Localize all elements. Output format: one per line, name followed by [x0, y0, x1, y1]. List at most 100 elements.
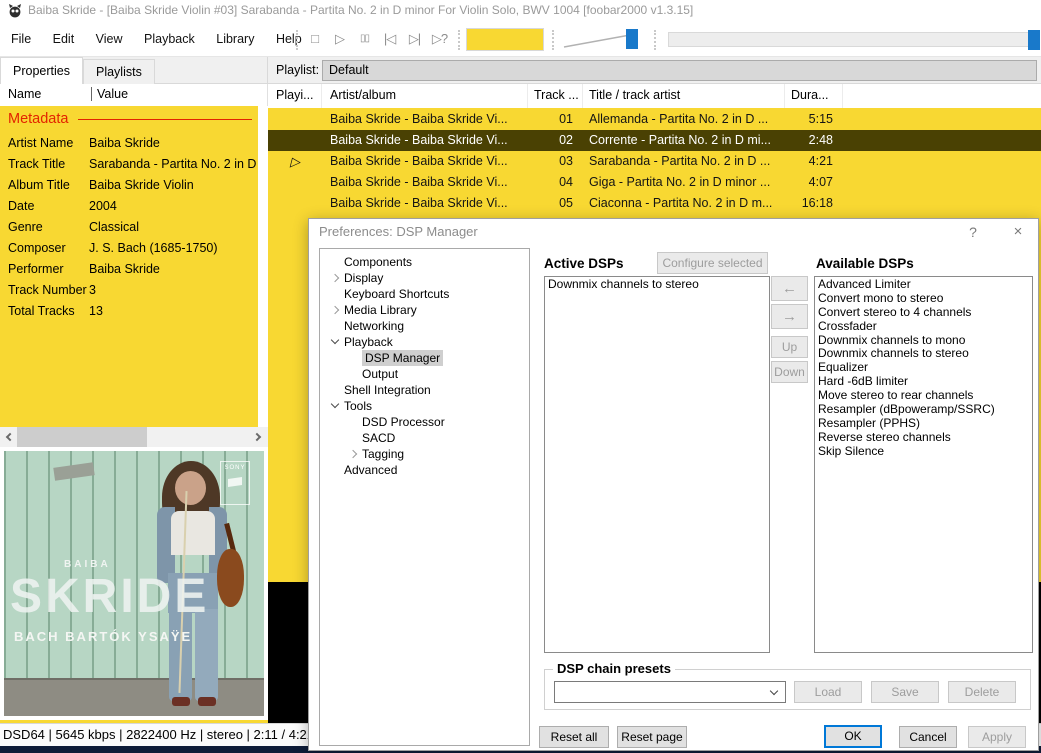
available-dsp-item[interactable]: Resampler (PPHS): [818, 417, 1032, 431]
tree-item[interactable]: Output: [320, 366, 529, 382]
available-dsp-item[interactable]: Equalizer: [818, 361, 1032, 375]
tree-expand-icon[interactable]: [330, 401, 344, 411]
playlist-selector-combo[interactable]: Default: [322, 60, 1037, 81]
move-left-button[interactable]: ←: [771, 276, 808, 301]
playlist-row[interactable]: ▷ Baiba Skride - Baiba Skride Vi... 02 C…: [268, 130, 1041, 151]
stop-button[interactable]: □: [303, 28, 326, 50]
move-down-button[interactable]: Down: [771, 361, 808, 383]
delete-button[interactable]: Delete: [948, 681, 1016, 703]
tab-properties[interactable]: Properties: [0, 57, 83, 85]
load-button[interactable]: Load: [794, 681, 862, 703]
menu-file[interactable]: File: [2, 22, 40, 56]
column-track[interactable]: Track ...: [528, 84, 583, 108]
property-row[interactable]: Album Title Baiba Skride Violin: [0, 174, 258, 195]
tree-expand-icon[interactable]: [330, 305, 344, 315]
tree-expand-icon[interactable]: [330, 465, 344, 475]
playlist-row[interactable]: ▷ Baiba Skride - Baiba Skride Vi... 05 C…: [268, 193, 1041, 214]
property-row[interactable]: Genre Classical: [0, 216, 258, 237]
property-row[interactable]: Artist Name Baiba Skride: [0, 132, 258, 153]
scroll-right-icon[interactable]: [251, 427, 268, 447]
tree-expand-icon[interactable]: [330, 257, 344, 267]
playlist-row[interactable]: ▷ Baiba Skride - Baiba Skride Vi... 01 A…: [268, 109, 1041, 130]
previous-button[interactable]: |◁: [378, 28, 401, 50]
tree-item[interactable]: Advanced: [320, 462, 529, 478]
tree-item[interactable]: DSP Manager: [320, 350, 529, 366]
move-right-button[interactable]: →: [771, 304, 808, 329]
toolbar-grip[interactable]: [296, 30, 300, 50]
reset-all-button[interactable]: Reset all: [539, 726, 609, 748]
apply-button[interactable]: Apply: [968, 726, 1026, 748]
available-dsp-item[interactable]: Convert stereo to 4 channels: [818, 306, 1032, 320]
menu-edit[interactable]: Edit: [44, 22, 84, 56]
save-button[interactable]: Save: [871, 681, 939, 703]
reset-page-button[interactable]: Reset page: [617, 726, 687, 748]
tree-item[interactable]: Networking: [320, 318, 529, 334]
column-artist-album[interactable]: Artist/album: [322, 84, 528, 108]
next-button[interactable]: ▷|: [403, 28, 426, 50]
tree-expand-icon[interactable]: [330, 289, 344, 299]
tab-playlists[interactable]: Playlists: [83, 59, 155, 86]
scroll-left-icon[interactable]: [0, 427, 17, 447]
available-dsp-item[interactable]: Downmix channels to mono: [818, 334, 1032, 348]
menu-library[interactable]: Library: [207, 22, 263, 56]
tree-expand-icon[interactable]: [330, 273, 344, 283]
available-dsp-item[interactable]: Advanced Limiter: [818, 278, 1032, 292]
cancel-button[interactable]: Cancel: [899, 726, 957, 748]
playlist-row[interactable]: ▷ Baiba Skride - Baiba Skride Vi... 03 S…: [268, 151, 1041, 172]
available-dsp-item[interactable]: Hard -6dB limiter: [818, 375, 1032, 389]
volume-slider[interactable]: [556, 27, 648, 52]
pause-button[interactable]: ▯▯: [353, 28, 376, 50]
tree-item[interactable]: Keyboard Shortcuts: [320, 286, 529, 302]
ok-button[interactable]: OK: [824, 725, 882, 748]
property-row[interactable]: Composer J. S. Bach (1685-1750): [0, 237, 258, 258]
available-dsp-item[interactable]: Resampler (dBpoweramp/SSRC): [818, 403, 1032, 417]
tree-item[interactable]: Display: [320, 270, 529, 286]
active-dsp-item[interactable]: Downmix channels to stereo: [548, 278, 769, 292]
close-icon[interactable]: ×: [1008, 222, 1028, 242]
tree-item[interactable]: Media Library: [320, 302, 529, 318]
available-dsps-list[interactable]: Advanced LimiterConvert mono to stereoCo…: [814, 276, 1033, 653]
tree-expand-icon[interactable]: [330, 337, 344, 347]
tree-expand-icon[interactable]: [348, 353, 362, 363]
tree-item[interactable]: Playback: [320, 334, 529, 350]
property-row[interactable]: Performer Baiba Skride: [0, 258, 258, 279]
property-row[interactable]: Date 2004: [0, 195, 258, 216]
tree-expand-icon[interactable]: [348, 449, 362, 459]
play-button[interactable]: ▷: [328, 28, 351, 50]
move-up-button[interactable]: Up: [771, 336, 808, 358]
column-duration[interactable]: Dura...: [785, 84, 843, 108]
scrollbar-thumb[interactable]: [17, 427, 147, 447]
menu-playback[interactable]: Playback: [135, 22, 204, 56]
menu-view[interactable]: View: [87, 22, 132, 56]
tree-item[interactable]: DSD Processor: [320, 414, 529, 430]
toolbar-grip[interactable]: [458, 30, 462, 50]
tree-item[interactable]: Tagging: [320, 446, 529, 462]
available-dsp-item[interactable]: Crossfader: [818, 320, 1032, 334]
tree-expand-icon[interactable]: [348, 369, 362, 379]
active-dsps-list[interactable]: Downmix channels to stereo: [544, 276, 770, 653]
preset-combo[interactable]: [554, 681, 786, 703]
help-icon[interactable]: ?: [963, 222, 983, 242]
column-value[interactable]: Value: [91, 87, 128, 101]
tree-expand-icon[interactable]: [348, 433, 362, 443]
available-dsp-item[interactable]: Reverse stereo channels: [818, 431, 1032, 445]
property-row[interactable]: Track Number 3: [0, 279, 258, 300]
tree-item[interactable]: Components: [320, 254, 529, 270]
seekbar[interactable]: [668, 32, 1035, 47]
toolbar-grip[interactable]: [654, 30, 658, 50]
tree-expand-icon[interactable]: [330, 321, 344, 331]
property-row[interactable]: Track Title Sarabanda - Partita No. 2 in…: [0, 153, 258, 174]
seekbar-handle[interactable]: [1028, 30, 1040, 50]
column-title[interactable]: Title / track artist: [583, 84, 785, 108]
available-dsp-item[interactable]: Convert mono to stereo: [818, 292, 1032, 306]
available-dsp-item[interactable]: Downmix channels to stereo: [818, 347, 1032, 361]
tree-expand-icon[interactable]: [348, 417, 362, 427]
tree-item[interactable]: SACD: [320, 430, 529, 446]
property-row[interactable]: Total Tracks 13: [0, 300, 258, 321]
properties-hscrollbar[interactable]: [0, 427, 268, 447]
playlist-row[interactable]: ▷ Baiba Skride - Baiba Skride Vi... 04 G…: [268, 172, 1041, 193]
available-dsp-item[interactable]: Skip Silence: [818, 445, 1032, 459]
column-playing[interactable]: Playi...: [268, 84, 322, 108]
random-button[interactable]: ▷?: [428, 28, 451, 50]
column-name[interactable]: Name: [8, 87, 41, 101]
